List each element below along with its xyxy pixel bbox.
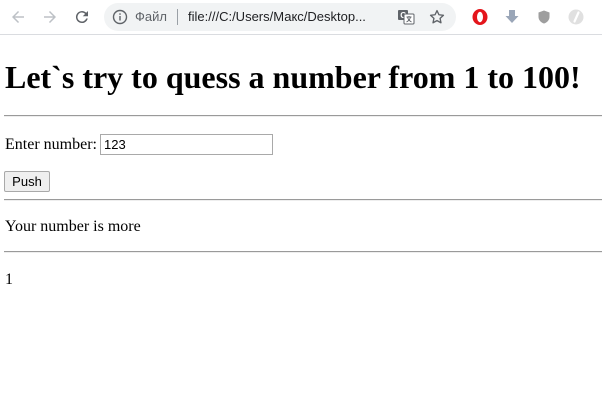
divider-bottom	[4, 251, 602, 253]
forward-button[interactable]	[38, 5, 62, 29]
address-bar[interactable]: Файл file:///C:/Users/Макс/Desktop... G	[104, 3, 456, 31]
divider-top	[4, 115, 602, 117]
shield-icon	[538, 10, 550, 24]
download-extension[interactable]	[502, 7, 522, 27]
reload-button[interactable]	[70, 5, 94, 29]
back-button[interactable]	[6, 5, 30, 29]
attempt-counter: 1	[5, 271, 13, 288]
translate-icon[interactable]: G	[397, 8, 415, 26]
site-label: Файл	[135, 9, 167, 24]
extension-icon	[568, 9, 584, 25]
url-text[interactable]: file:///C:/Users/Макс/Desktop...	[188, 9, 366, 25]
back-arrow-icon	[12, 11, 24, 23]
omnibox-separator	[177, 9, 178, 25]
opera-extension[interactable]	[470, 7, 490, 27]
extra-extension[interactable]	[566, 7, 586, 27]
input-label: Enter number:	[5, 136, 97, 153]
page-title: Let`s try to quess a number from 1 to 10…	[5, 59, 581, 95]
shield-extension[interactable]	[534, 7, 554, 27]
divider-middle	[4, 199, 602, 201]
number-input[interactable]	[100, 134, 273, 155]
result-text: Your number is more	[5, 218, 141, 235]
info-icon[interactable]	[112, 9, 128, 25]
star-icon[interactable]	[428, 8, 446, 26]
browser-toolbar: Файл file:///C:/Users/Макс/Desktop... G	[0, 0, 602, 35]
download-icon	[505, 10, 519, 23]
opera-icon	[472, 9, 488, 25]
forward-arrow-icon	[44, 11, 56, 23]
reload-icon	[75, 11, 88, 24]
push-button[interactable]: Push	[4, 171, 50, 192]
